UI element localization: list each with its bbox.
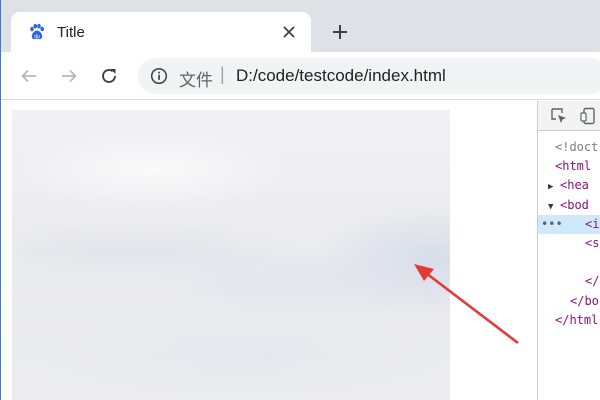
dom-node-text: <hea: [560, 178, 589, 193]
dom-tree-node[interactable]: <s: [538, 234, 600, 253]
inspect-element-icon[interactable]: [550, 107, 568, 125]
new-tab-button[interactable]: [328, 20, 352, 44]
dom-tree-node[interactable]: ▶ <hea: [538, 176, 600, 195]
arrow-left-icon: [21, 69, 36, 83]
device-toggle-icon[interactable]: [580, 107, 598, 125]
dom-tree-node[interactable]: </html: [538, 311, 600, 330]
reload-icon: [102, 69, 116, 83]
dom-node-text: </html: [555, 312, 599, 327]
dom-node-text: <bod: [560, 197, 589, 212]
address-bar[interactable]: 文件 | D:/code/testcode/index.html: [138, 58, 600, 94]
arrow-right-icon: [62, 69, 77, 83]
close-icon: [283, 26, 295, 38]
dom-node-text: <s: [585, 236, 600, 250]
browser-tab[interactable]: du Title: [11, 12, 311, 52]
dom-tree-node[interactable]: <html: [538, 157, 600, 176]
annotation-arrow-icon: [414, 264, 519, 345]
svg-text:du: du: [34, 34, 40, 40]
tab-title: Title: [57, 24, 85, 41]
info-icon[interactable]: [150, 67, 168, 85]
url-text[interactable]: D:/code/testcode/index.html: [236, 66, 446, 86]
tab-strip: du Title: [0, 0, 600, 52]
dom-tree-node[interactable]: <!doct: [538, 138, 600, 157]
dom-node-text: <!doct: [555, 140, 599, 154]
url-scheme-label: 文件: [179, 71, 213, 90]
url-separator: |: [220, 64, 225, 84]
dom-node-text: </: [585, 274, 600, 289]
baidu-paw-icon: du: [30, 23, 44, 40]
reload-button[interactable]: [97, 64, 121, 88]
dom-tree-node[interactable]: ••• <i: [538, 214, 600, 234]
expand-arrow-open-icon[interactable]: ▼: [548, 198, 560, 217]
forward-button[interactable]: [57, 64, 81, 88]
dom-node-text: <i: [585, 216, 600, 231]
back-button[interactable]: [17, 64, 41, 88]
dom-node-text: </bo: [570, 293, 599, 308]
plus-icon: [333, 25, 347, 39]
dom-tree-node[interactable]: ▼ <bod: [538, 196, 600, 215]
devtools-panel: <!doct <html ▶ <hea ▼ <bod ••• <i <s </</bo </html: [537, 101, 600, 400]
dom-node-text: <html: [555, 159, 592, 174]
dom-tree-node[interactable]: </bo: [538, 292, 600, 311]
tab-close-button[interactable]: [279, 22, 299, 42]
cloudy-sky-image: [12, 110, 450, 400]
dom-tree-node[interactable]: [538, 253, 600, 272]
expand-arrow-closed-icon[interactable]: ▶: [548, 178, 560, 197]
browser-toolbar: 文件 | D:/code/testcode/index.html: [0, 52, 600, 100]
devtools-toolbar: [538, 101, 600, 131]
more-options-icon[interactable]: •••: [541, 215, 563, 234]
dom-tree-node[interactable]: </: [538, 272, 600, 291]
